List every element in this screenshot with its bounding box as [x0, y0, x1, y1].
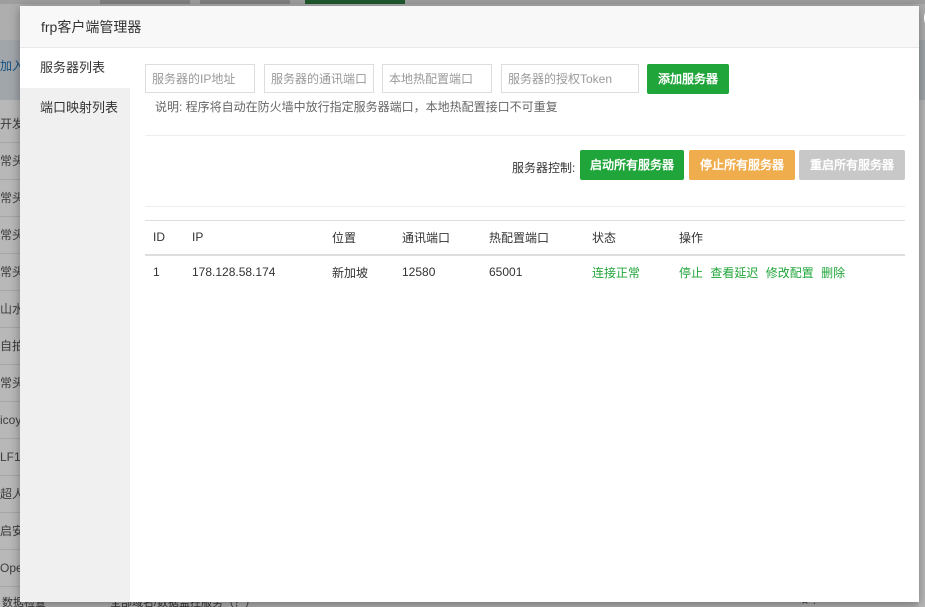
- server-table: ID IP 位置 通讯端口 热配置端口 状态 操作 1 178.128.58.1…: [145, 220, 905, 289]
- modal-body: 服务器列表 端口映射列表 添加服务器 说明: 程序将自动在防火墙中放行指定服务器…: [20, 48, 919, 602]
- stop-all-servers-button[interactable]: 停止所有服务器: [689, 150, 795, 180]
- nav-item-server-list[interactable]: 服务器列表: [20, 48, 130, 88]
- column-header-ip: IP: [184, 220, 324, 256]
- server-control-label: 服务器控制:: [512, 161, 576, 175]
- column-header-location: 位置: [324, 220, 394, 256]
- start-all-servers-button[interactable]: 启动所有服务器: [580, 150, 684, 180]
- restart-all-servers-button[interactable]: 重启所有服务器: [799, 150, 905, 180]
- column-header-status: 状态: [584, 220, 671, 256]
- add-server-form: 添加服务器: [145, 64, 905, 94]
- column-header-port: 通讯端口: [394, 220, 481, 256]
- form-hint: 说明: 程序将自动在防火墙中放行指定服务器端口，本地热配置接口不可重复: [155, 100, 558, 114]
- column-header-id: ID: [145, 220, 184, 256]
- server-ip-input[interactable]: [145, 64, 255, 93]
- side-nav: 服务器列表 端口映射列表: [20, 48, 130, 602]
- divider: [145, 135, 905, 136]
- cell-id: 1: [153, 265, 160, 279]
- server-port-input[interactable]: [264, 64, 374, 93]
- column-header-operations: 操作: [671, 220, 905, 256]
- modal-header: frp客户端管理器: [20, 6, 919, 48]
- server-list-panel: 添加服务器 说明: 程序将自动在防火墙中放行指定服务器端口，本地热配置接口不可重…: [145, 48, 905, 602]
- table-header-row: ID IP 位置 通讯端口 热配置端口 状态 操作: [145, 220, 905, 256]
- server-control-row: 服务器控制: 启动所有服务器 停止所有服务器 重启所有服务器: [145, 150, 905, 182]
- cell-location: 新加坡: [332, 265, 369, 280]
- view-latency-link[interactable]: 查看延迟: [710, 266, 758, 280]
- frp-manager-modal: frp客户端管理器 × 服务器列表 端口映射列表 添加服务器 说明: 程序将自动…: [20, 5, 925, 602]
- add-server-button[interactable]: 添加服务器: [647, 64, 729, 94]
- modal-title: frp客户端管理器: [41, 19, 142, 35]
- cell-operations: 停止 查看延迟 修改配置 删除: [671, 255, 905, 289]
- cell-port: 12580: [402, 265, 436, 279]
- cell-ip: 178.128.58.174: [192, 265, 276, 279]
- server-token-input[interactable]: [501, 64, 639, 93]
- stop-server-link[interactable]: 停止: [679, 266, 703, 280]
- cell-status: 连接正常: [592, 265, 641, 280]
- cell-hot-port: 65001: [489, 265, 523, 279]
- hot-config-port-input[interactable]: [382, 64, 492, 93]
- delete-server-link[interactable]: 删除: [821, 266, 845, 280]
- column-header-hot-port: 热配置端口: [481, 220, 584, 256]
- edit-config-link[interactable]: 修改配置: [766, 266, 814, 280]
- table-row: 1 178.128.58.174 新加坡 12580 65001 连接正常 停止…: [145, 255, 905, 289]
- divider: [145, 206, 905, 207]
- nav-item-port-mapping-list[interactable]: 端口映射列表: [20, 88, 130, 128]
